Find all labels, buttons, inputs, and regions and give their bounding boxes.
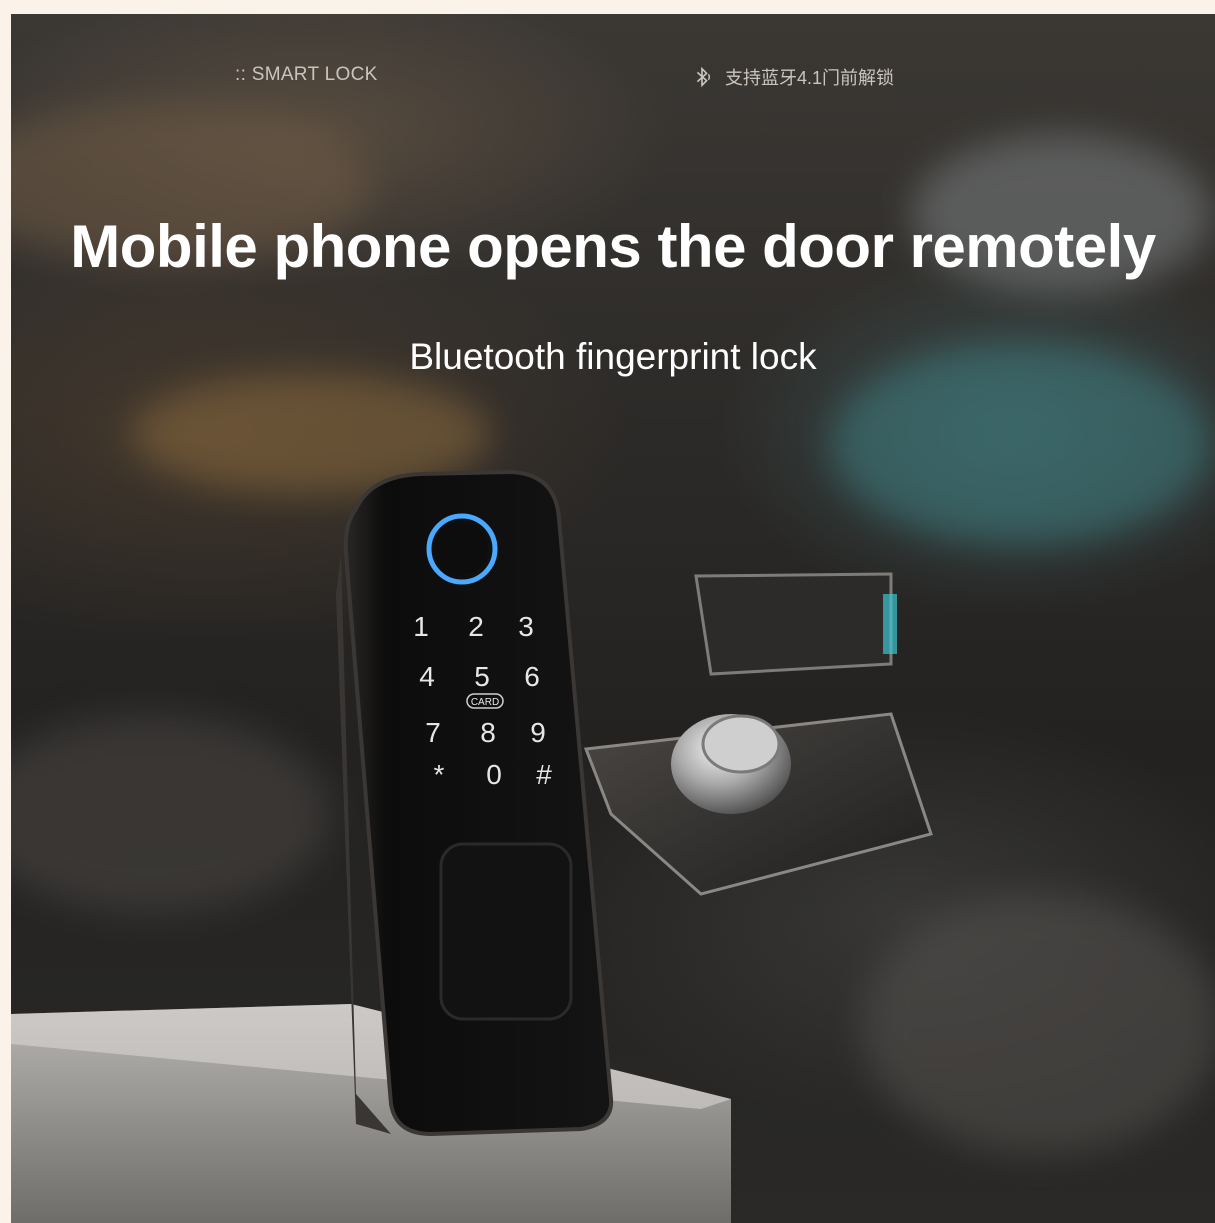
bluetooth-note: 支持蓝牙4.1门前解锁 — [691, 64, 894, 90]
keypad-key: 8 — [480, 717, 496, 748]
keypad-key: 3 — [518, 611, 534, 642]
bluetooth-text: 支持蓝牙4.1门前解锁 — [725, 68, 895, 88]
product-banner: 1 2 34 5 67 8 9* 0 # CARD :: SMART LOCK 支持蓝牙4.1门… — [11, 14, 1215, 1223]
keypad-key: 5 — [474, 661, 490, 692]
card-label: CARD — [471, 697, 499, 708]
latch-housing — [694, 572, 893, 676]
keypad-key: # — [536, 759, 552, 790]
keypad-key: 4 — [419, 661, 435, 692]
keypad-key: 7 — [425, 717, 441, 748]
product-scene: 1 2 3 4 5 6 7 8 9 * 0 # CARD — [11, 469, 933, 1223]
keypad-key: 6 — [524, 661, 540, 692]
lock-body — [343, 469, 614, 1137]
keypad-key: 2 — [468, 611, 484, 642]
keypad-key: * — [434, 759, 445, 790]
card-reader-pad — [439, 842, 573, 1021]
keypad-key: 0 — [486, 759, 502, 790]
bluetooth-icon — [696, 66, 711, 88]
keypad-key: 1 — [413, 611, 429, 642]
latch-light — [883, 594, 897, 654]
keypad-key: 9 — [530, 717, 546, 748]
page-title: Mobile phone opens the door remotely — [70, 213, 1156, 280]
page-subtitle: Bluetooth fingerprint lock — [409, 336, 817, 377]
header-row: :: SMART LOCK 支持蓝牙4.1门前解锁 — [11, 64, 1215, 94]
brand-label: :: SMART LOCK — [235, 64, 378, 85]
